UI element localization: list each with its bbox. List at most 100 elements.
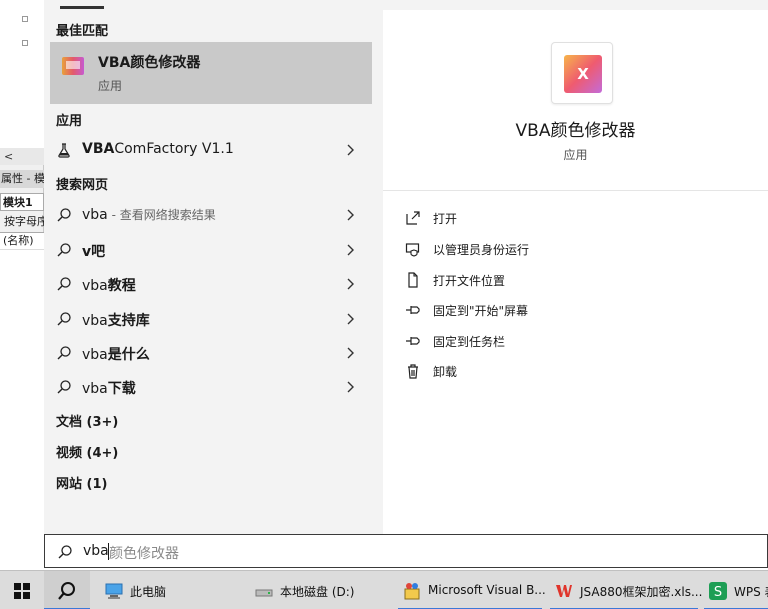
computer-icon xyxy=(105,583,123,599)
taskbar-item-this-pc[interactable]: 此电脑 xyxy=(98,571,238,609)
search-icon xyxy=(58,545,72,559)
file-location-icon xyxy=(408,272,418,288)
search-autocomplete-suggestion: 颜色修改器 xyxy=(109,546,179,562)
object-dropdown[interactable]: 模块1 xyxy=(0,193,44,211)
chevron-right-icon[interactable] xyxy=(342,311,358,327)
web-result-item[interactable]: vba - 查看网络搜索结果 xyxy=(44,200,382,230)
action-label: 固定到"开始"屏幕 xyxy=(433,304,529,318)
vba-color-app-icon: X xyxy=(564,55,602,93)
vb-icon xyxy=(404,583,420,600)
uninstall-action[interactable]: 卸载 xyxy=(405,359,745,383)
web-result-label: vba - 查看网络搜索结果 xyxy=(82,207,216,223)
pin-to-start-action[interactable]: 固定到"开始"屏幕 xyxy=(405,298,745,322)
taskbar-item-label: 本地磁盘 (D:) xyxy=(280,585,355,599)
detail-app-type: 应用 xyxy=(563,148,588,162)
web-result-item[interactable]: vba是什么 xyxy=(44,338,382,368)
tree-node-icon xyxy=(22,16,28,22)
videos-category[interactable]: 视频 (4+) xyxy=(56,442,118,461)
web-result-item[interactable]: vba支持库 xyxy=(44,304,382,334)
search-icon xyxy=(57,277,71,291)
best-match-item[interactable]: VBA颜色修改器 应用 xyxy=(50,42,372,104)
web-result-label: vba教程 xyxy=(82,278,136,294)
wps-icon xyxy=(556,585,572,597)
wps-sheet-icon: S xyxy=(709,582,727,600)
taskbar-item-wps-workbook[interactable]: JSA880框架加密.xls... xyxy=(550,571,702,609)
action-label: 以管理员身份运行 xyxy=(433,243,530,257)
chevron-right-icon[interactable] xyxy=(342,379,358,395)
flask-icon xyxy=(58,143,70,158)
action-label: 固定到任务栏 xyxy=(433,335,506,349)
open-action[interactable]: 打开 xyxy=(405,206,745,230)
search-icon xyxy=(57,208,71,222)
svg-text:S: S xyxy=(714,585,722,600)
search-typed-text: vba xyxy=(83,543,109,559)
taskbar-item-local-disk[interactable]: 本地磁盘 (D:) xyxy=(250,571,390,609)
search-icon xyxy=(57,312,71,326)
drive-icon xyxy=(255,589,273,597)
web-result-label: vba下载 xyxy=(82,381,136,397)
sites-category[interactable]: 网站 (1) xyxy=(56,473,107,492)
search-icon xyxy=(58,582,75,600)
pin-icon xyxy=(406,337,420,345)
action-label: 打开文件位置 xyxy=(433,274,506,288)
tree-node-icon xyxy=(22,40,28,46)
search-icon xyxy=(57,243,71,257)
documents-category[interactable]: 文档 (3+) xyxy=(56,411,118,430)
detail-pane: X VBA颜色修改器 应用 打开 以管理员身份运行 打开文件位置 固定到"开始"… xyxy=(383,10,768,534)
taskbar-item-label: Microsoft Visual B... xyxy=(428,583,546,597)
search-icon xyxy=(57,346,71,360)
taskbar-item-label: 此电脑 xyxy=(130,585,167,599)
start-button[interactable] xyxy=(0,571,42,609)
chevron-right-icon[interactable] xyxy=(342,142,358,158)
chevron-right-icon[interactable] xyxy=(342,345,358,361)
open-file-location-action[interactable]: 打开文件位置 xyxy=(405,268,745,292)
detail-app-name: VBA颜色修改器 xyxy=(515,121,636,141)
web-result-label: v吧 xyxy=(82,244,106,260)
property-name-cell[interactable]: (名称) xyxy=(0,233,44,250)
run-as-admin-action[interactable]: 以管理员身份运行 xyxy=(405,237,745,261)
properties-grid: (名称) xyxy=(0,232,44,568)
search-icon xyxy=(57,380,71,394)
sort-alphabetic-tab[interactable]: 按字母序 xyxy=(0,213,44,231)
taskbar-item-wps-sheet[interactable]: S WPS 表 xyxy=(704,571,768,609)
taskbar-item-vb-editor[interactable]: Microsoft Visual B... xyxy=(398,571,546,609)
trash-icon xyxy=(408,364,418,379)
divider xyxy=(383,190,768,191)
vba-color-app-icon xyxy=(62,57,84,75)
pin-icon xyxy=(406,306,420,314)
action-label: 打开 xyxy=(433,212,458,226)
search-input[interactable]: vba 颜色修改器 xyxy=(44,534,768,568)
web-result-item[interactable]: v吧 xyxy=(44,235,382,265)
best-match-type: 应用 xyxy=(98,79,123,93)
taskbar: 此电脑 本地磁盘 (D:) Microsoft Visual B... JSA8… xyxy=(0,570,768,609)
app-large-icon: X xyxy=(551,42,613,104)
pin-to-taskbar-action[interactable]: 固定到任务栏 xyxy=(405,329,745,353)
horizontal-scrollbar[interactable]: < xyxy=(0,148,44,165)
best-match-name: VBA颜色修改器 xyxy=(98,55,201,71)
taskbar-search-button[interactable] xyxy=(44,571,90,609)
project-tree xyxy=(0,0,44,148)
web-result-label: vba是什么 xyxy=(82,347,150,363)
taskbar-item-label: JSA880框架加密.xls... xyxy=(580,585,703,599)
chevron-right-icon[interactable] xyxy=(342,276,358,292)
web-result-item[interactable]: vba下载 xyxy=(44,372,382,402)
open-icon xyxy=(406,211,420,225)
action-label: 卸载 xyxy=(433,365,458,379)
results-pane: 最佳匹配 VBA颜色修改器 应用 应用 VBAComFactory V1.1 搜… xyxy=(44,10,382,534)
apps-header: 应用 xyxy=(56,114,83,129)
tab-indicator xyxy=(60,6,104,9)
chevron-right-icon[interactable] xyxy=(342,242,358,258)
taskbar-item-label: WPS 表 xyxy=(734,585,768,599)
run-as-admin-icon xyxy=(405,243,420,257)
web-search-header: 搜索网页 xyxy=(56,178,109,193)
background-vba-editor: < 属性 - 模块 模块1 按字母序 (名称) xyxy=(0,0,44,568)
best-match-header: 最佳匹配 xyxy=(56,24,109,39)
web-result-label: vba支持库 xyxy=(82,313,150,329)
properties-window-title: 属性 - 模块 xyxy=(0,170,44,188)
start-search-panel: 最佳匹配 VBA颜色修改器 应用 应用 VBAComFactory V1.1 搜… xyxy=(44,0,768,534)
web-result-item[interactable]: vba教程 xyxy=(44,269,382,299)
app-result-vbacomfactory[interactable]: VBAComFactory V1.1 xyxy=(44,135,382,165)
chevron-right-icon[interactable] xyxy=(342,207,358,223)
windows-icon xyxy=(14,583,30,599)
app-result-label: VBAComFactory V1.1 xyxy=(82,141,234,157)
